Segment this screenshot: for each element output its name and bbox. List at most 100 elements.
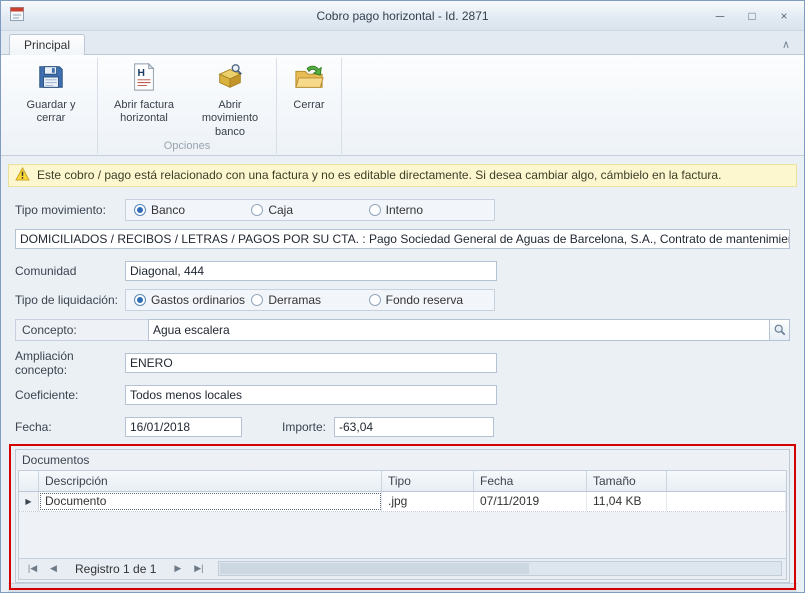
- close-folder-icon: [294, 62, 324, 99]
- radio-fondo-reserva[interactable]: Fondo reserva: [369, 293, 486, 307]
- grid-header-filler: [667, 471, 786, 491]
- tipo-movimiento-label: Tipo movimiento:: [15, 203, 125, 217]
- documentos-groupbox: Documentos Descripción Tipo Fecha Tamaño…: [15, 449, 790, 583]
- close-button-label: Cerrar: [293, 99, 324, 112]
- title-bar: Cobro pago horizontal - Id. 2871 ─ □ ×: [1, 1, 804, 31]
- ribbon-group-save: Guardar y cerrar: [5, 58, 98, 154]
- nav-prev-icon[interactable]: ◀: [44, 561, 63, 576]
- window-controls: ─ □ ×: [712, 9, 796, 23]
- maximize-icon[interactable]: □: [744, 9, 760, 23]
- radio-fondo-circle: [369, 294, 381, 306]
- coeficiente-field[interactable]: Todos menos locales: [125, 385, 497, 405]
- concepto-field-wrap: Agua escalera: [149, 319, 790, 341]
- movimiento-description-field[interactable]: DOMICILIADOS / RECIBOS / LETRAS / PAGOS …: [15, 229, 790, 249]
- radio-gastos-label: Gastos ordinarios: [151, 293, 245, 307]
- ribbon-group-caption: Opciones: [101, 139, 273, 154]
- radio-interno[interactable]: Interno: [369, 203, 486, 217]
- ribbon-group-opciones: H Abrir factura horizontal: [98, 58, 277, 154]
- documentos-section: Documentos Descripción Tipo Fecha Tamaño…: [15, 449, 790, 583]
- radio-caja-circle: [251, 204, 263, 216]
- radio-caja[interactable]: Caja: [251, 203, 368, 217]
- concepto-field[interactable]: Agua escalera: [148, 319, 770, 341]
- comunidad-label: Comunidad: [15, 264, 125, 278]
- minimize-icon[interactable]: ─: [712, 9, 728, 23]
- fecha-importe-row: Fecha: 16/01/2018 Importe: -63,04: [15, 417, 790, 437]
- radio-derramas-label: Derramas: [268, 293, 321, 307]
- open-invoice-button[interactable]: H Abrir factura horizontal: [101, 58, 187, 139]
- open-bank-movement-button[interactable]: Abrir movimiento banco: [187, 58, 273, 139]
- nav-first-icon[interactable]: |◀: [23, 561, 42, 576]
- warning-icon: [15, 167, 30, 184]
- radio-derramas[interactable]: Derramas: [251, 293, 368, 307]
- row-indicator-icon: ▶: [19, 492, 39, 511]
- radio-derramas-circle: [251, 294, 263, 306]
- form: Tipo movimiento: Banco Caja Interno: [8, 199, 797, 447]
- ampliacion-field[interactable]: ENERO: [125, 353, 497, 373]
- warning-banner: Este cobro / pago está relacionado con u…: [8, 164, 797, 187]
- comunidad-field[interactable]: Diagonal, 444: [125, 261, 497, 281]
- radio-interno-circle: [369, 204, 381, 216]
- ribbon-collapse-icon[interactable]: ∧: [776, 38, 796, 54]
- window-footer: [8, 583, 797, 592]
- tipo-liquidacion-group: Gastos ordinarios Derramas Fondo reserva: [125, 289, 495, 311]
- radio-banco-label: Banco: [151, 203, 185, 217]
- fecha-field[interactable]: 16/01/2018: [125, 417, 242, 437]
- ribbon-group-caption-empty: [8, 139, 94, 154]
- nav-next-icon[interactable]: ▶: [168, 561, 187, 576]
- fecha-label: Fecha:: [15, 420, 125, 434]
- tipo-liquidacion-label: Tipo de liquidación:: [15, 293, 125, 307]
- radio-fondo-label: Fondo reserva: [386, 293, 463, 307]
- search-icon: [773, 323, 787, 337]
- radio-banco-circle: [134, 204, 146, 216]
- cell-fecha[interactable]: 07/11/2019: [474, 492, 587, 511]
- cell-descripcion[interactable]: Documento: [39, 492, 382, 511]
- close-icon[interactable]: ×: [776, 9, 792, 23]
- grid-header-indicator: [19, 471, 39, 491]
- tipo-movimiento-group: Banco Caja Interno: [125, 199, 495, 221]
- concepto-label: Concepto:: [15, 319, 149, 341]
- open-invoice-label: Abrir factura horizontal: [106, 99, 182, 125]
- grid-empty-area: [19, 512, 786, 558]
- scrollbar-thumb[interactable]: [220, 563, 529, 574]
- bank-box-icon: [215, 62, 245, 99]
- radio-caja-label: Caja: [268, 203, 293, 217]
- ribbon-group-close: Cerrar: [277, 58, 342, 154]
- horizontal-scrollbar[interactable]: [218, 561, 782, 576]
- ampliacion-row: Ampliación concepto: ENERO: [15, 349, 790, 377]
- open-bank-movement-label: Abrir movimiento banco: [192, 99, 268, 139]
- concepto-row: Concepto: Agua escalera: [15, 319, 790, 341]
- radio-gastos-ordinarios[interactable]: Gastos ordinarios: [134, 293, 251, 307]
- cell-tipo[interactable]: .jpg: [382, 492, 474, 511]
- radio-banco[interactable]: Banco: [134, 203, 251, 217]
- comunidad-row: Comunidad Diagonal, 444: [15, 261, 790, 281]
- tipo-movimiento-row: Tipo movimiento: Banco Caja Interno: [15, 199, 790, 221]
- ampliacion-label: Ampliación concepto:: [15, 349, 125, 377]
- warning-text: Este cobro / pago está relacionado con u…: [37, 168, 721, 182]
- table-row[interactable]: ▶ Documento .jpg 07/11/2019 11,04 KB: [19, 492, 786, 512]
- tipo-liquidacion-row: Tipo de liquidación: Gastos ordinarios D…: [15, 289, 790, 311]
- record-navigator: |◀ ◀ Registro 1 de 1 ▶ ▶|: [19, 558, 786, 579]
- close-button[interactable]: Cerrar: [280, 58, 338, 139]
- record-counter: Registro 1 de 1: [75, 562, 156, 576]
- column-header-descripcion[interactable]: Descripción: [39, 471, 382, 491]
- importe-field[interactable]: -63,04: [334, 417, 494, 437]
- radio-gastos-circle: [134, 294, 146, 306]
- save-and-close-button[interactable]: Guardar y cerrar: [8, 58, 94, 139]
- cell-filler: [667, 492, 786, 511]
- column-header-fecha[interactable]: Fecha: [474, 471, 587, 491]
- grid-header: Descripción Tipo Fecha Tamaño: [19, 471, 786, 492]
- ribbon-group-caption-empty2: [280, 139, 338, 154]
- dialog-window: Cobro pago horizontal - Id. 2871 ─ □ × P…: [0, 0, 805, 593]
- content-panel: Este cobro / pago está relacionado con u…: [1, 156, 804, 592]
- documentos-grid: Descripción Tipo Fecha Tamaño ▶ Document…: [18, 470, 787, 580]
- coeficiente-label: Coeficiente:: [15, 388, 125, 402]
- column-header-tamano[interactable]: Tamaño: [587, 471, 667, 491]
- svg-text:H: H: [137, 68, 144, 79]
- window-title: Cobro pago horizontal - Id. 2871: [1, 9, 804, 23]
- column-header-tipo[interactable]: Tipo: [382, 471, 474, 491]
- concepto-search-button[interactable]: [769, 319, 790, 341]
- nav-last-icon[interactable]: ▶|: [189, 561, 208, 576]
- invoice-document-icon: H: [129, 62, 159, 99]
- cell-tamano[interactable]: 11,04 KB: [587, 492, 667, 511]
- tab-principal[interactable]: Principal: [9, 34, 85, 55]
